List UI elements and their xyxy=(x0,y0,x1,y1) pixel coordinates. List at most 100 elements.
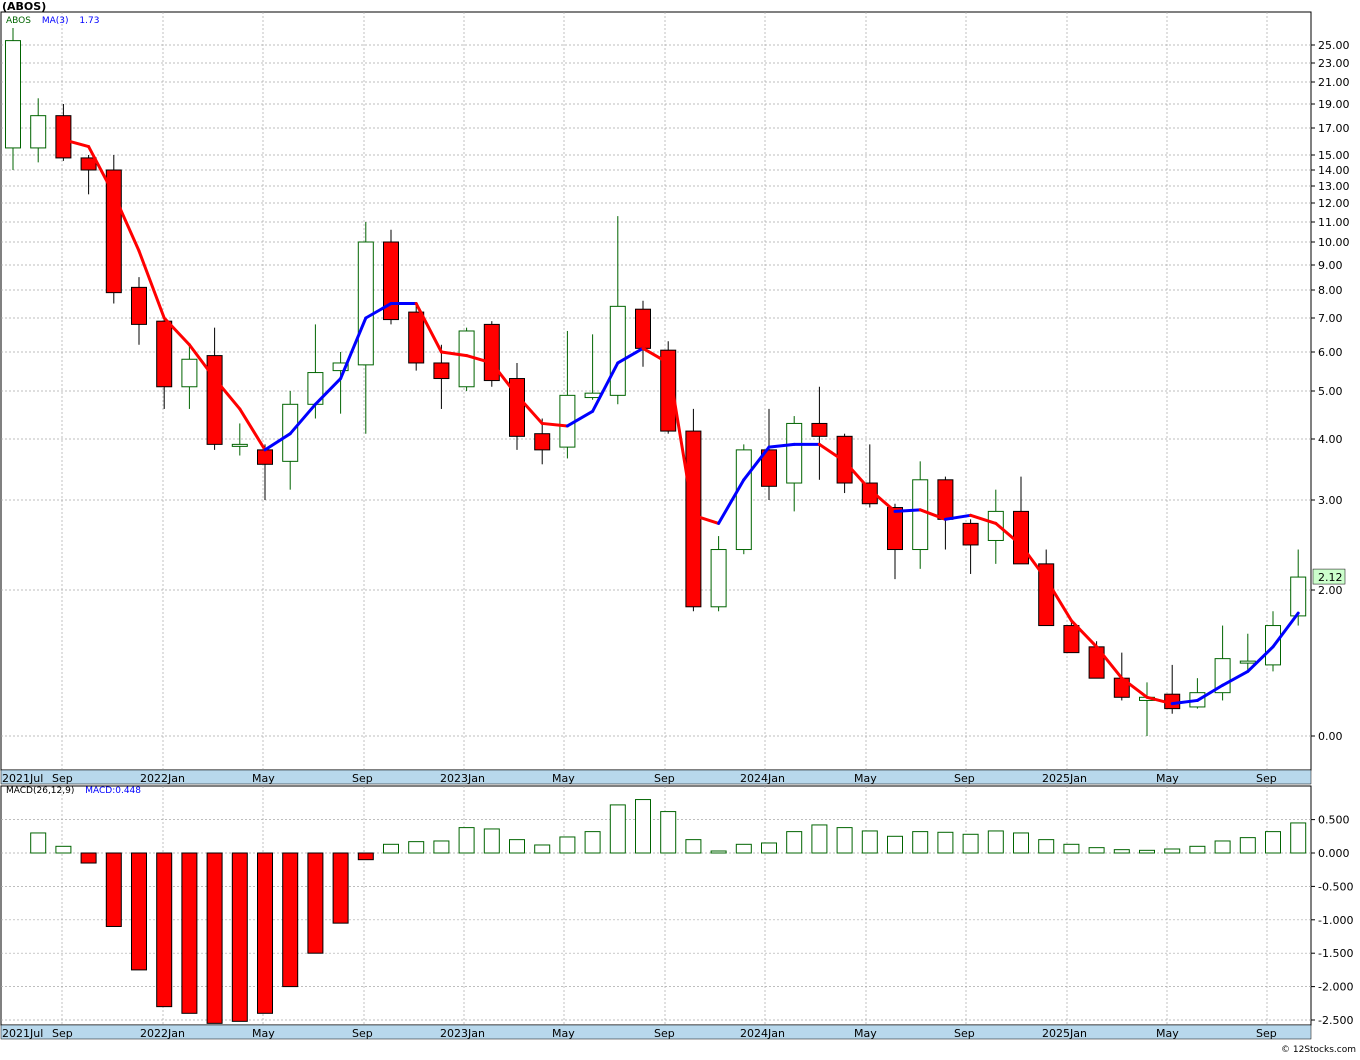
candle-body xyxy=(937,479,954,520)
chart-root: 0.00 2.00 3.00 4.00 5.00 6.00 7.00 8.00 9.00 10.0… xyxy=(0,0,1360,1056)
chart-canvas: 0.00 2.00 3.00 4.00 5.00 6.00 7.00 8.00 9.00 10.0… xyxy=(0,11,1353,1040)
macd-tick-label: -2.500 xyxy=(1318,1014,1353,1027)
candle-body xyxy=(1290,576,1307,617)
macd-x-label: 2022Jan xyxy=(140,1027,185,1040)
price-x-label: Sep xyxy=(1256,772,1277,785)
price-legend: ABOS MA(3) 1.73 xyxy=(6,16,107,26)
macd-x-label: 2021Jul xyxy=(2,1027,43,1040)
price-x-label: May xyxy=(252,772,275,785)
legend-symbol: ABOS xyxy=(6,16,31,26)
price-x-label: May xyxy=(854,772,877,785)
candle-down xyxy=(105,155,122,304)
macd-bar-positive xyxy=(1164,848,1181,854)
macd-bar-positive xyxy=(458,827,475,854)
candle-body xyxy=(786,422,803,484)
candle-body xyxy=(912,479,929,551)
macd-bar-positive xyxy=(408,841,425,854)
macd-bar-negative xyxy=(105,852,122,927)
price-tick-label: 17.00 xyxy=(1318,122,1350,135)
macd-bar-positive xyxy=(1189,845,1206,854)
candle-body xyxy=(181,358,198,388)
macd-bar-positive xyxy=(509,839,525,854)
macd-bar-negative xyxy=(332,852,349,924)
macd-tick-label: -0.500 xyxy=(1318,880,1353,893)
candle-body xyxy=(584,392,601,399)
price-x-label: May xyxy=(1156,772,1179,785)
macd-bar-positive xyxy=(735,843,752,854)
macd-bar-positive xyxy=(1139,849,1155,854)
price-tick-label: 13.00 xyxy=(1318,180,1350,193)
price-tick-label: 7.00 xyxy=(1318,312,1343,325)
candle-down xyxy=(483,321,500,387)
price-x-label: Sep xyxy=(52,772,73,785)
candle-body xyxy=(811,422,828,437)
candle-body xyxy=(131,286,147,325)
price-tick-label: 4.00 xyxy=(1318,433,1343,446)
macd-bar-positive xyxy=(383,843,399,854)
candle-body xyxy=(685,430,702,608)
candle-body xyxy=(105,169,122,294)
ma3-segment xyxy=(893,508,922,513)
macd-bar-positive xyxy=(55,845,72,854)
candle-body xyxy=(1239,660,1256,664)
macd-bar-negative xyxy=(257,852,273,1014)
candle-body xyxy=(1063,625,1080,654)
macd-bar-positive xyxy=(761,842,777,854)
macd-x-label: May xyxy=(854,1027,877,1040)
macd-bar-positive xyxy=(1290,822,1307,854)
macd-label: MACD(26,12,9) xyxy=(6,786,75,796)
macd-bar-positive xyxy=(836,827,853,854)
macd-x-label: 2025Jan xyxy=(1042,1027,1087,1040)
price-x-label: May xyxy=(552,772,575,785)
candle-down xyxy=(383,229,399,325)
macd-bar-negative xyxy=(80,852,97,864)
macd-x-label: Sep xyxy=(352,1027,373,1040)
candle-body xyxy=(231,443,248,447)
legend-ma-value: 1.73 xyxy=(79,16,100,26)
macd-tick-label: 0.000 xyxy=(1318,847,1350,860)
price-x-label: 2022Jan xyxy=(140,772,185,785)
price-tick-label: 12.00 xyxy=(1318,197,1350,210)
price-tick-label: 8.00 xyxy=(1318,284,1343,297)
price-tick-label: 10.00 xyxy=(1318,236,1350,249)
candle-up xyxy=(735,444,752,555)
macd-x-label: Sep xyxy=(1256,1027,1277,1040)
price-x-label: 2023Jan xyxy=(440,772,485,785)
candle-body xyxy=(887,507,903,551)
macd-bar-positive xyxy=(786,831,803,854)
candle-body xyxy=(257,449,273,465)
macd-bar-positive xyxy=(559,836,576,854)
macd-bar-negative xyxy=(357,852,374,861)
macd-bar-negative xyxy=(156,852,173,1008)
price-x-label: 2025Jan xyxy=(1042,772,1087,785)
candle-body xyxy=(710,549,727,608)
candle-body xyxy=(408,311,425,364)
macd-panel xyxy=(0,785,1312,1026)
macd-bar-negative xyxy=(181,852,198,1014)
candle-body xyxy=(609,305,626,396)
macd-bar-positive xyxy=(1088,847,1105,854)
price-x-label: Sep xyxy=(954,772,975,785)
macd-legend: MACD(26,12,9) MACD:0.448 xyxy=(6,786,149,796)
macd-bar-negative xyxy=(131,852,147,971)
macd-bar-positive xyxy=(635,799,651,854)
copyright: © 12Stocks.com xyxy=(1281,1045,1356,1055)
candle-body xyxy=(80,157,97,171)
macd-x-label: May xyxy=(1156,1027,1179,1040)
candle-body xyxy=(962,522,979,546)
macd-x-label: Sep xyxy=(52,1027,73,1040)
price-x-label: Sep xyxy=(352,772,373,785)
candle-up xyxy=(458,327,475,391)
candle-body xyxy=(357,241,374,366)
macd-x-label: May xyxy=(252,1027,275,1040)
macd-bar-positive xyxy=(1239,837,1256,854)
candle-body xyxy=(433,362,450,380)
candle-body xyxy=(30,115,47,149)
macd-tick-label: 0.500 xyxy=(1318,814,1350,827)
macd-bar-positive xyxy=(30,832,47,854)
macd-bar-positive xyxy=(1038,839,1055,854)
price-tick-label: 11.00 xyxy=(1318,216,1350,229)
macd-bar-positive xyxy=(660,811,677,854)
last-price-label: 2.12 xyxy=(1318,571,1343,584)
macd-bar-negative xyxy=(282,852,299,988)
